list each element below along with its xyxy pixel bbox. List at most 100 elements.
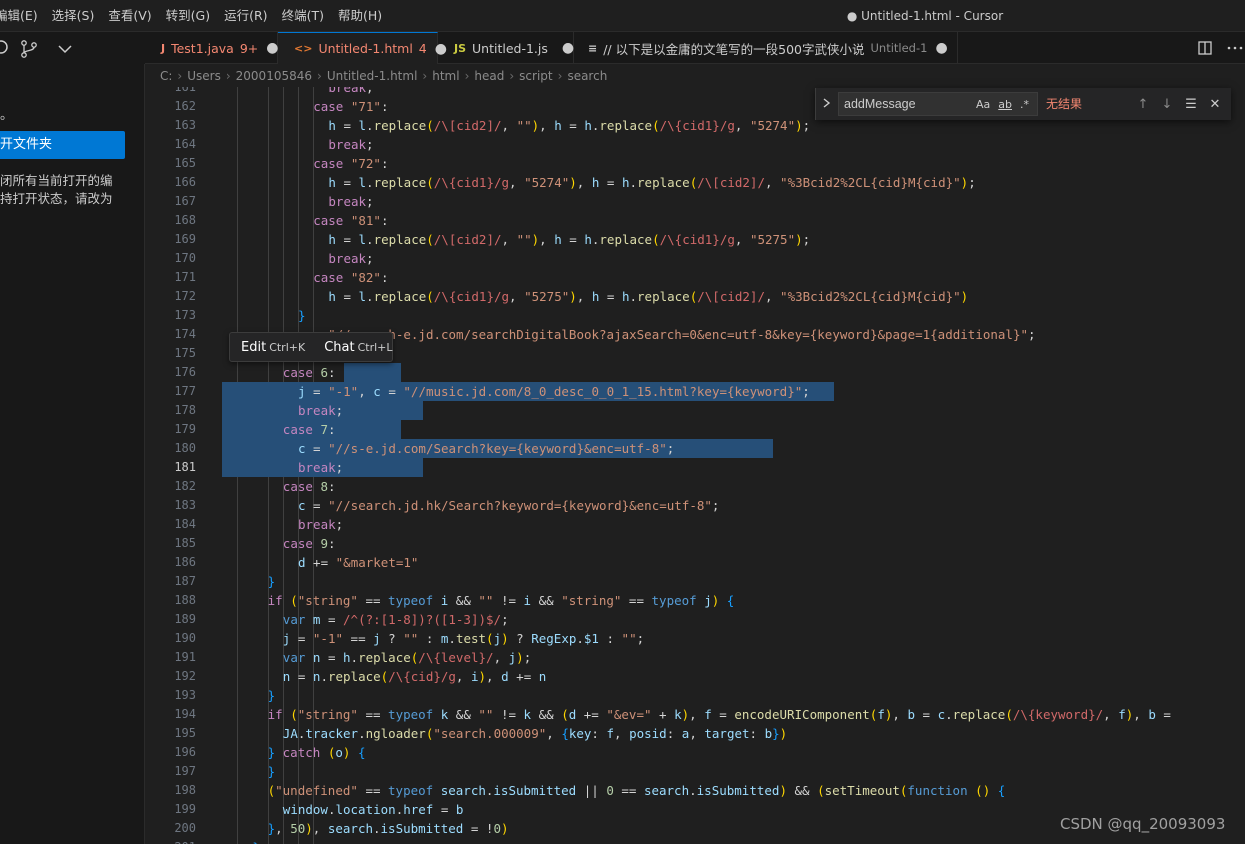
line-number[interactable]: 201 xyxy=(146,838,196,844)
line-number[interactable]: 179 xyxy=(146,420,196,439)
line-number[interactable]: 177 xyxy=(146,382,196,401)
line-number[interactable]: 169 xyxy=(146,230,196,249)
code-line[interactable]: case "72": xyxy=(313,154,388,173)
line-number[interactable]: 194 xyxy=(146,705,196,724)
close-icon[interactable]: ✕ xyxy=(1203,97,1227,112)
code-line[interactable]: h = l.replace(/\{cid1}/g, "5274"), h = h… xyxy=(328,173,975,192)
line-number[interactable]: 176 xyxy=(146,363,196,382)
arrow-down-icon[interactable]: ↓ xyxy=(1155,97,1179,112)
line-number[interactable]: 197 xyxy=(146,762,196,781)
code-line[interactable]: h = l.replace(/\[cid2]/, ""), h = h.repl… xyxy=(328,230,810,249)
line-number[interactable]: 189 xyxy=(146,610,196,629)
breadcrumb-item[interactable]: script xyxy=(519,69,552,83)
line-number[interactable]: 196 xyxy=(146,743,196,762)
chat-button[interactable]: Chat Ctrl+L xyxy=(324,340,392,355)
breadcrumb-item[interactable]: 2000105846 xyxy=(236,69,312,83)
code-line[interactable]: break; xyxy=(298,458,343,477)
code-line[interactable]: if ("string" == typeof i && "" != i && "… xyxy=(268,591,735,610)
breadcrumb-item[interactable]: search xyxy=(567,69,607,83)
line-number[interactable]: 161 xyxy=(146,87,196,97)
code-line[interactable]: break; xyxy=(298,515,343,534)
match-case-toggle[interactable]: Aa xyxy=(976,98,990,111)
line-number[interactable]: 200 xyxy=(146,819,196,838)
code-line[interactable]: window.location.href = b xyxy=(283,800,464,819)
code-line[interactable]: JA.tracker.ngloader("search.000009", {ke… xyxy=(283,724,787,743)
code-line[interactable]: j = "-1" == j ? "" : m.test(j) ? RegExp.… xyxy=(283,629,644,648)
tab-untitled-1-js[interactable]: JS Untitled-1.js ● xyxy=(438,32,574,64)
code-line[interactable]: break; xyxy=(328,249,373,268)
match-whole-word-toggle[interactable]: ab xyxy=(998,98,1012,111)
line-number[interactable]: 183 xyxy=(146,496,196,515)
line-number[interactable]: 190 xyxy=(146,629,196,648)
breadcrumb-item[interactable]: Untitled-1.html xyxy=(327,69,418,83)
code-line[interactable]: c = "//search.jd.hk/Search?keyword={keyw… xyxy=(298,496,719,515)
menu-go[interactable]: 转到(G) xyxy=(159,0,217,32)
more-actions-icon[interactable] xyxy=(1221,32,1245,64)
line-number[interactable]: 187 xyxy=(146,572,196,591)
code-line[interactable]: var m = /^(?:[1-8])?([1-3])$/; xyxy=(283,610,509,629)
line-number[interactable]: 195 xyxy=(146,724,196,743)
menu-selection[interactable]: 选择(S) xyxy=(45,0,102,32)
code-line[interactable]: break; xyxy=(328,135,373,154)
line-number[interactable]: 174 xyxy=(146,325,196,344)
line-number[interactable]: 178 xyxy=(146,401,196,420)
split-editor-icon[interactable] xyxy=(1189,32,1221,64)
regex-toggle[interactable]: .* xyxy=(1020,98,1029,111)
line-number[interactable]: 191 xyxy=(146,648,196,667)
menu-edit[interactable]: 编辑(E) xyxy=(0,0,45,32)
line-number[interactable]: 168 xyxy=(146,211,196,230)
unsaved-dot-icon[interactable]: ● xyxy=(935,40,947,56)
line-number[interactable]: 175 xyxy=(146,344,196,363)
code-line[interactable]: n = n.replace(/\{cid}/g, i), d += n xyxy=(283,667,546,686)
menu-help[interactable]: 帮助(H) xyxy=(331,0,389,32)
code-line[interactable]: c = "//s-e.jd.com/Search?key={keyword}&e… xyxy=(298,439,674,458)
breadcrumb-item[interactable]: C: xyxy=(160,69,172,83)
line-number[interactable]: 173 xyxy=(146,306,196,325)
arrow-up-icon[interactable]: ↑ xyxy=(1131,97,1155,112)
code-line[interactable]: case 7: xyxy=(283,420,336,439)
chevron-right-icon[interactable] xyxy=(822,96,832,110)
line-number[interactable]: 193 xyxy=(146,686,196,705)
line-number[interactable]: 163 xyxy=(146,116,196,135)
line-number[interactable]: 186 xyxy=(146,553,196,572)
code-area[interactable]: break; case "71": h = l.replace(/\[cid2]/,… xyxy=(222,87,1245,844)
search-icon[interactable] xyxy=(0,38,14,60)
line-number[interactable]: 180 xyxy=(146,439,196,458)
line-number[interactable]: 192 xyxy=(146,667,196,686)
menu-terminal[interactable]: 终端(T) xyxy=(275,0,331,32)
line-number[interactable]: 171 xyxy=(146,268,196,287)
unsaved-dot-icon[interactable]: ● xyxy=(266,40,278,56)
line-number[interactable]: 170 xyxy=(146,249,196,268)
open-folder-button[interactable]: 开文件夹 xyxy=(0,131,125,159)
line-number[interactable]: 162 xyxy=(146,97,196,116)
code-line[interactable]: case "71": xyxy=(313,97,388,116)
breadcrumb-item[interactable]: html xyxy=(432,69,459,83)
code-line[interactable]: j = "-1", c = "//music.jd.com/8_0_desc_0… xyxy=(298,382,810,401)
code-line[interactable]: } xyxy=(298,306,306,325)
line-number[interactable]: 181 xyxy=(146,458,196,477)
code-line[interactable]: ("undefined" == typeof search.isSubmitte… xyxy=(268,781,1006,800)
line-number[interactable]: 198 xyxy=(146,781,196,800)
code-line[interactable]: } xyxy=(252,838,260,844)
code-line[interactable]: } catch (o) { xyxy=(268,743,366,762)
menu-run[interactable]: 运行(R) xyxy=(217,0,274,32)
line-number[interactable]: 164 xyxy=(146,135,196,154)
code-line[interactable]: } xyxy=(268,686,276,705)
line-number[interactable]: 167 xyxy=(146,192,196,211)
tab-untitled-1-html[interactable]: <> Untitled-1.html 4 ● xyxy=(278,32,447,64)
code-line[interactable]: d += "&market=1" xyxy=(298,553,418,572)
code-editor[interactable]: 161 162 163 164 165 166 167 168 169 170 171 172 173 1… xyxy=(145,87,1245,844)
code-line[interactable]: break; xyxy=(298,401,343,420)
edit-button[interactable]: Edit Ctrl+K xyxy=(241,340,305,355)
code-line[interactable]: h = l.replace(/\[cid2]/, ""), h = h.repl… xyxy=(328,116,810,135)
code-line[interactable]: h = l.replace(/\{cid1}/g, "5275"), h = h… xyxy=(328,287,968,306)
chevron-down-icon[interactable] xyxy=(54,38,76,60)
breadcrumb-item[interactable]: Users xyxy=(187,69,221,83)
line-number[interactable]: 185 xyxy=(146,534,196,553)
code-line[interactable]: case 9: xyxy=(283,534,336,553)
line-number[interactable]: 166 xyxy=(146,173,196,192)
code-line[interactable]: c = "//search-e.jd.com/searchDigitalBook… xyxy=(298,325,1036,344)
code-line[interactable]: }, 50), search.isSubmitted = !0) xyxy=(268,819,509,838)
code-line[interactable]: case 6: xyxy=(283,363,336,382)
unsaved-dot-icon[interactable]: ● xyxy=(562,40,574,56)
